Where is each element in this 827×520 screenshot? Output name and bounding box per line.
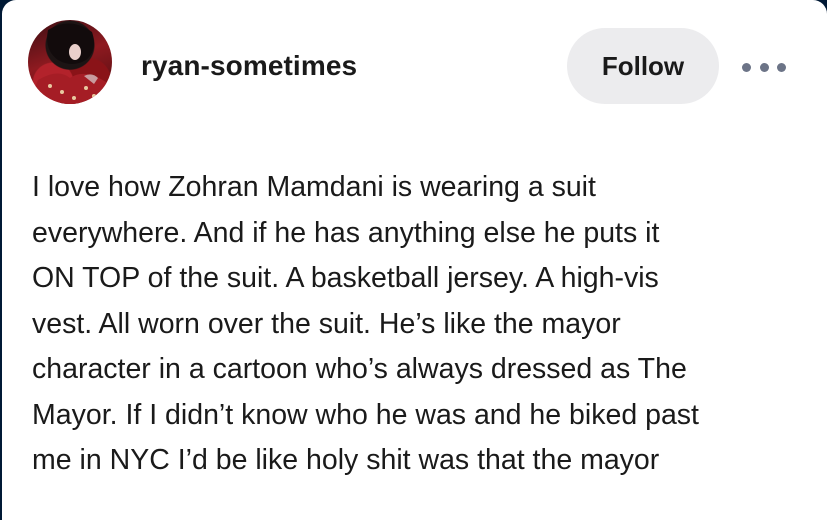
post-text-line: character in a cartoon who’s always dres… (32, 353, 687, 385)
post-card: ryan-sometimes Follow I love how Zohran … (2, 0, 827, 520)
post-text-line: everywhere. And if he has anything else … (32, 216, 660, 249)
follow-button[interactable]: Follow (567, 28, 719, 104)
post-body: I love how Zohran Mamdani is wearing a s… (32, 165, 822, 484)
post-text-line: I love how Zohran Mamdani is wearing a s… (32, 171, 596, 203)
author-username[interactable]: ryan-sometimes (141, 50, 357, 82)
post-text-line: vest. All worn over the suit. He’s like … (32, 307, 621, 340)
post-text-line: ON TOP of the suit. A basketball jersey.… (32, 262, 659, 294)
ellipsis-horizontal-icon (742, 62, 751, 72)
ellipsis-horizontal-icon (759, 62, 769, 72)
post-text-line: Mayor. If I didn’t know who he was and h… (32, 398, 699, 431)
ellipsis-horizontal-icon (777, 62, 786, 72)
more-options-button[interactable] (742, 54, 786, 80)
post-text-line: me in NYC I’d be like holy shit was that… (32, 444, 660, 476)
avatar[interactable] (28, 20, 112, 104)
avatar-image (28, 23, 112, 104)
